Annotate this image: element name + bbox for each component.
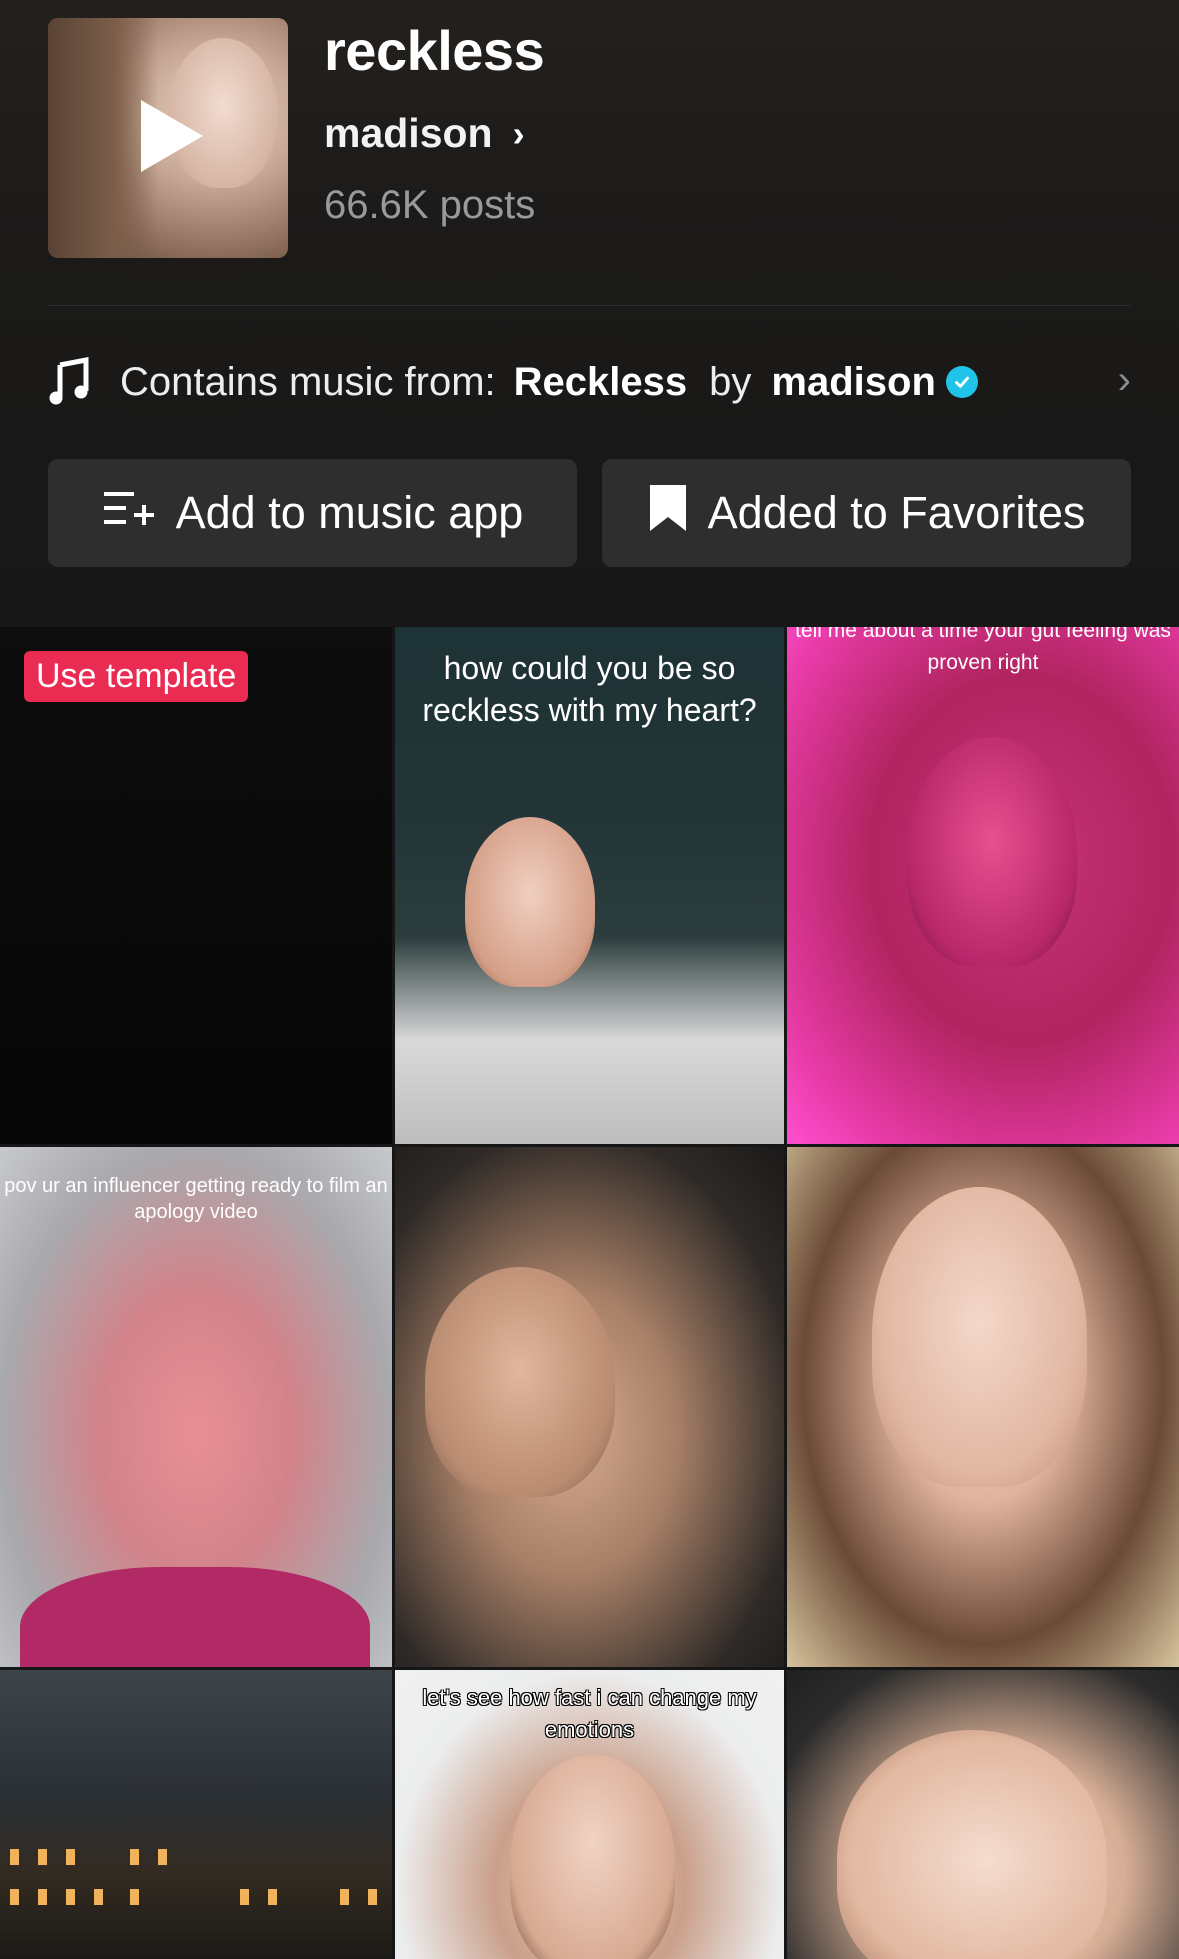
divider xyxy=(48,305,1131,306)
use-template-badge[interactable]: Use template xyxy=(24,651,249,702)
thumbnail-figure xyxy=(425,1267,615,1497)
thumbnail-figure xyxy=(872,1187,1087,1487)
chevron-right-icon: › xyxy=(1117,358,1131,402)
music-source-label: Contains music from: xyxy=(120,359,496,404)
video-caption: tell me about a time your gut feeling wa… xyxy=(795,627,1171,674)
thumbnail-figure xyxy=(837,1730,1107,1959)
sound-cover[interactable] xyxy=(48,18,288,258)
music-source-song: Reckless xyxy=(513,359,688,404)
add-to-playlist-icon xyxy=(102,487,156,539)
video-thumbnail[interactable] xyxy=(0,1670,392,1959)
verified-icon xyxy=(945,366,978,398)
favorites-label: Added to Favorites xyxy=(707,487,1086,538)
artist-link[interactable]: madison › xyxy=(324,110,525,157)
video-thumbnail[interactable] xyxy=(787,1147,1179,1667)
video-thumbnail[interactable]: tell me about a time your gut feeling wa… xyxy=(787,627,1179,1144)
video-thumbnail[interactable]: how could you be so reckless with my hea… xyxy=(395,627,784,1144)
artist-name: madison xyxy=(324,110,493,156)
video-thumbnail[interactable]: pov ur an influencer getting ready to fi… xyxy=(0,1147,392,1667)
video-thumbnail[interactable] xyxy=(787,1670,1179,1959)
music-source-row[interactable]: Contains music from: Reckless by madison… xyxy=(48,350,1131,414)
sound-header: reckless madison › 66.6K posts Contains … xyxy=(0,0,1179,627)
chevron-right-icon: › xyxy=(512,112,525,154)
video-thumbnail[interactable] xyxy=(395,1147,784,1667)
video-grid: Use template how could you be so reckles… xyxy=(0,627,1179,1959)
music-note-icon xyxy=(48,356,92,407)
video-caption: let's see how fast i can change my emoti… xyxy=(422,1685,757,1742)
add-to-music-app-button[interactable]: Add to music app xyxy=(48,459,577,567)
music-source-artist: madison xyxy=(771,359,936,404)
sound-title: reckless xyxy=(324,19,545,82)
video-thumbnail[interactable]: let's see how fast i can change my emoti… xyxy=(395,1670,784,1959)
thumbnail-figure xyxy=(907,737,1077,967)
add-to-music-app-label: Add to music app xyxy=(175,487,524,538)
play-icon[interactable] xyxy=(141,100,203,172)
video-caption: how could you be so reckless with my hea… xyxy=(422,650,757,728)
video-caption: pov ur an influencer getting ready to fi… xyxy=(4,1175,388,1223)
thumbnail-figure xyxy=(20,1567,370,1667)
thumbnail-figure xyxy=(465,817,595,987)
bookmark-icon xyxy=(648,483,688,544)
favorites-button[interactable]: Added to Favorites xyxy=(602,459,1131,567)
thumbnail-figure xyxy=(510,1755,675,1959)
post-count: 66.6K posts xyxy=(324,183,536,227)
video-thumbnail[interactable]: Use template xyxy=(0,627,392,1144)
music-source-by: by xyxy=(709,359,752,404)
thumbnail-figure xyxy=(0,1829,392,1939)
